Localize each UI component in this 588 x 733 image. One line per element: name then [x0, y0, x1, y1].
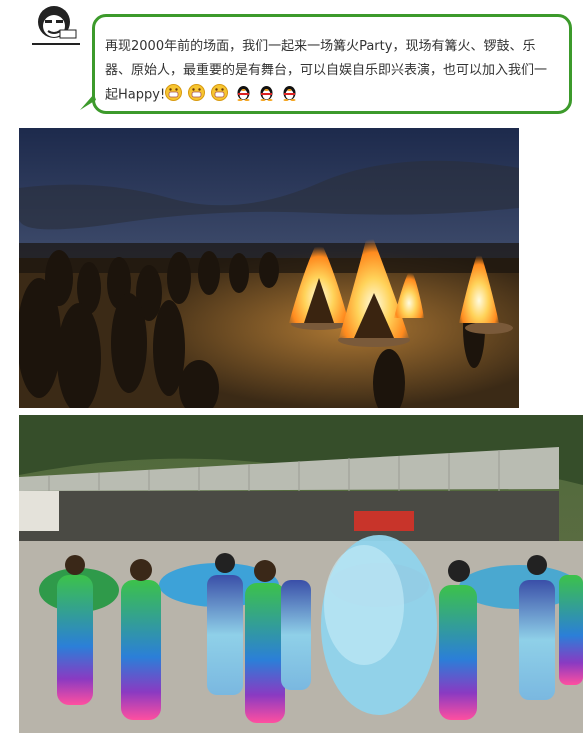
emoji-row [165, 83, 300, 107]
penguin-emoji-icon [281, 84, 298, 101]
grin-emoji-icon [188, 84, 206, 101]
bubble-tail [78, 94, 98, 112]
penguin-emoji-icon [235, 84, 252, 101]
folk-dance-photo [19, 415, 583, 733]
grin-emoji-icon [211, 84, 229, 101]
avatar-meme-icon [30, 2, 82, 46]
speech-bubble: 再现2000年前的场面，我们一起来一场篝火Party，现场有篝火、锣鼓、乐器、原… [92, 14, 572, 114]
bonfire-night-photo [19, 128, 519, 408]
grin-emoji-icon [165, 84, 183, 101]
penguin-emoji-icon [258, 84, 275, 101]
